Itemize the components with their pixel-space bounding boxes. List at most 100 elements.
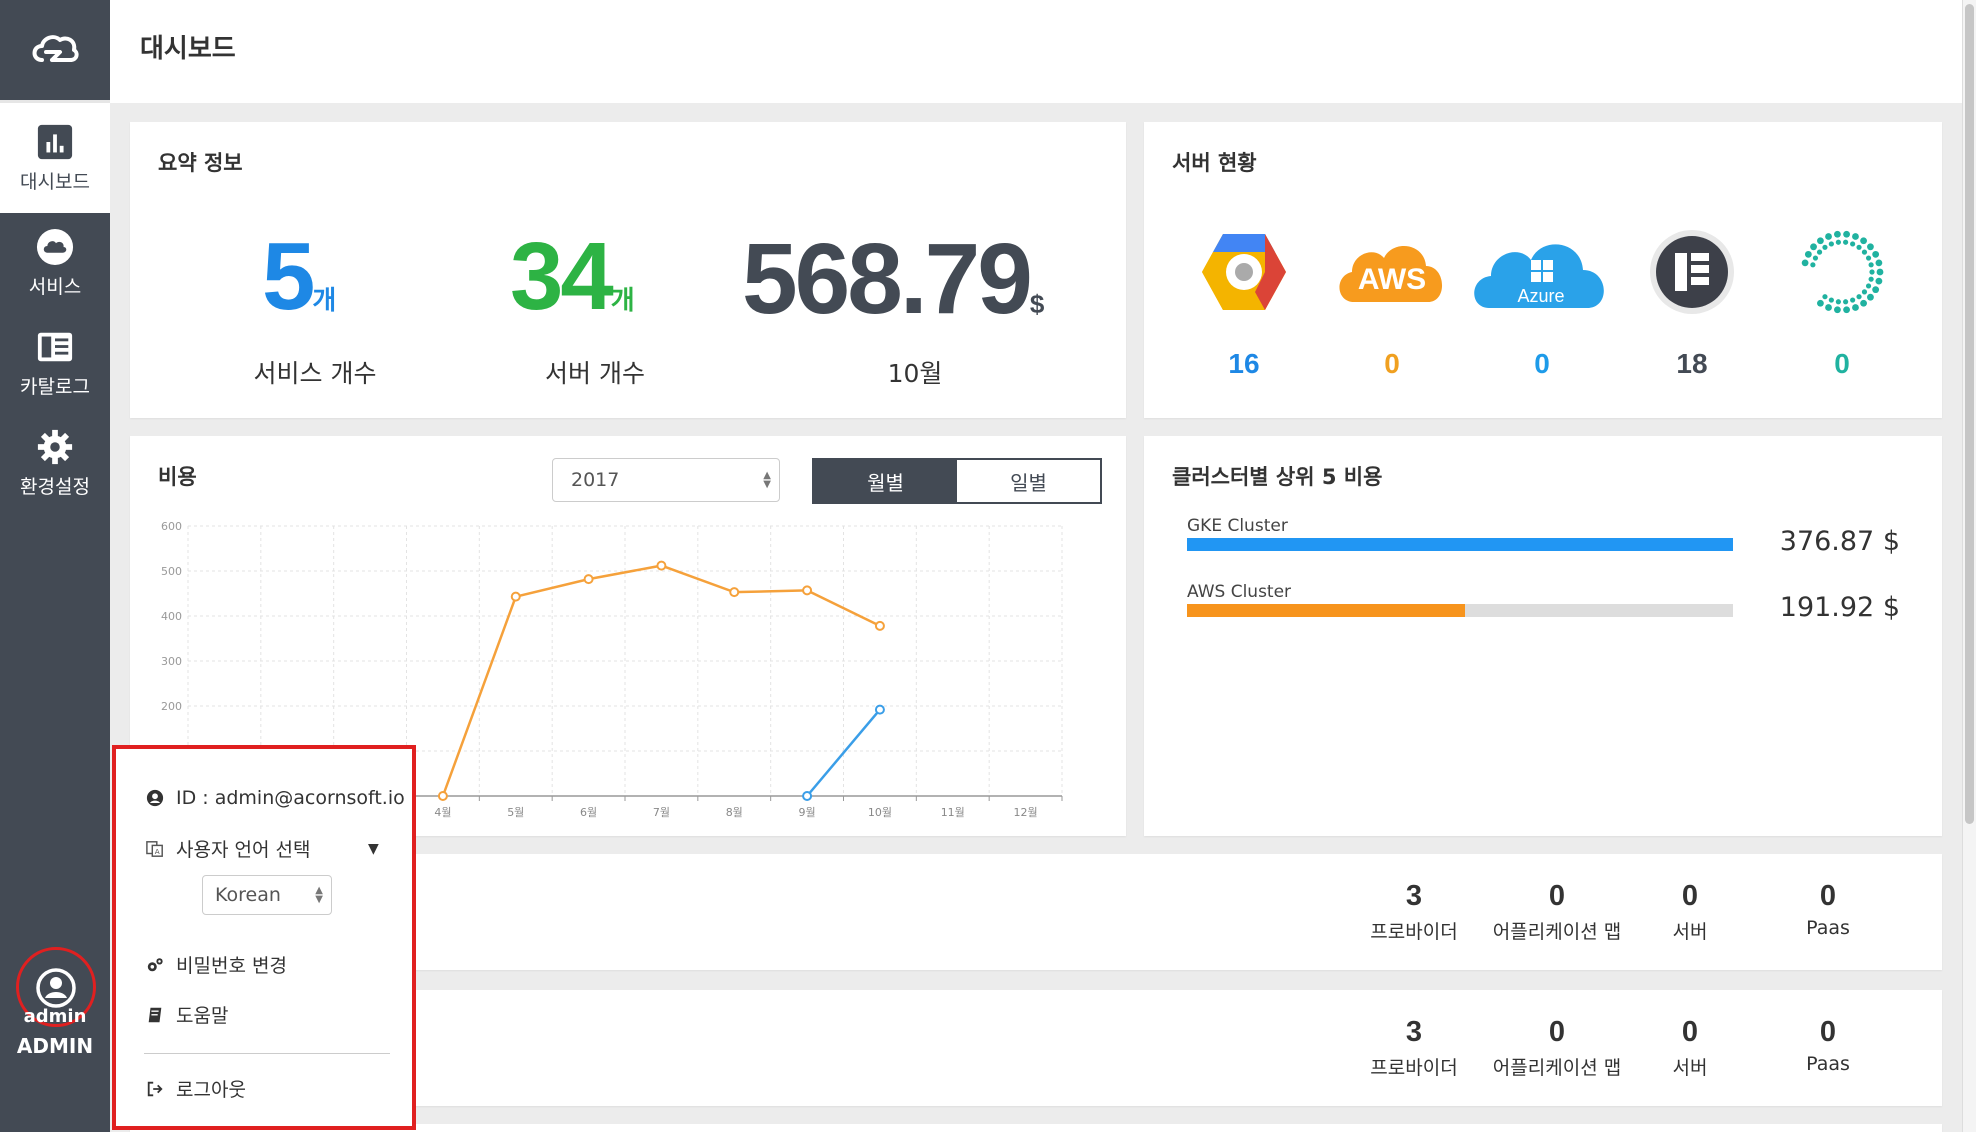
openstack-dot	[1860, 299, 1867, 307]
sidebar-item-dashboard[interactable]: 대시보드	[0, 103, 110, 213]
change-password-item[interactable]: 비밀번호 변경	[146, 951, 287, 978]
logout-item[interactable]: 로그아웃	[146, 1075, 246, 1102]
aws-provider[interactable]: AWS	[1332, 227, 1452, 317]
server-count: 34개	[510, 223, 635, 330]
servers-stat: 0 서버	[1672, 880, 1708, 943]
user-area[interactable]: admin ADMIN	[0, 942, 110, 1132]
language-menu-item[interactable]: A 사용자 언어 선택 ▼	[146, 835, 386, 862]
app-logo[interactable]	[0, 0, 110, 103]
openstack-dot	[1817, 237, 1824, 245]
server-status-title: 서버 현황	[1172, 151, 1257, 175]
baremetal-icon	[1650, 230, 1734, 314]
summary-card: 요약 정보 5개 서비스 개수 34개 서버 개수 568.79$ 10월	[130, 122, 1126, 418]
openstack-dot	[1852, 233, 1859, 240]
cluster-value-gke: 376.87 $	[1779, 526, 1900, 557]
svg-text:A: A	[155, 846, 160, 855]
x-tick-label: 10월	[868, 806, 892, 819]
openstack-dot	[1869, 269, 1875, 275]
y-tick-label: 300	[161, 655, 182, 668]
azure-provider[interactable]: Azure	[1466, 227, 1616, 317]
paas-stat: 0 Paas	[1806, 880, 1850, 939]
caret-down-icon: ▼	[368, 840, 379, 857]
x-tick-label: 11월	[941, 806, 965, 819]
sidebar-item-service[interactable]: 서비스	[0, 213, 110, 313]
gears-icon	[147, 957, 163, 971]
openstack-dot	[1825, 304, 1832, 311]
openstack-dot	[1804, 250, 1812, 258]
help-item[interactable]: 도움말	[146, 1001, 228, 1028]
openstack-dot	[1801, 259, 1809, 267]
logout-label: 로그아웃	[176, 1079, 246, 1101]
openstack-provider[interactable]	[1782, 227, 1902, 317]
openstack-count: 0	[1834, 348, 1850, 379]
openstack-dot	[1843, 299, 1849, 305]
cluster-name-gke: GKE Cluster	[1187, 516, 1288, 536]
openstack-dot	[1828, 241, 1834, 247]
service-count: 5개	[262, 223, 337, 330]
baremetal-count: 18	[1676, 348, 1708, 379]
y-tick-label: 200	[161, 700, 182, 713]
cloud-icon	[36, 228, 74, 265]
openstack-dot	[1868, 276, 1874, 282]
series-point	[874, 704, 885, 715]
openstack-dot	[1868, 262, 1874, 268]
cluster-bar-track-aws	[1187, 604, 1733, 617]
logo-icon	[32, 35, 79, 62]
openstack-dot	[1861, 289, 1868, 295]
openstack-dot	[1872, 250, 1880, 258]
cluster-cost-card: 클러스터별 상위 5 비용 GKE Cluster 376.87 $ AWS C…	[1144, 436, 1942, 836]
paas-stat: 0 Paas	[1806, 1016, 1850, 1075]
y-tick-label: 600	[161, 520, 182, 533]
sidebar-item-settings[interactable]: 환경설정	[0, 413, 110, 513]
openstack-dot	[1812, 255, 1819, 261]
openstack-dot	[1865, 283, 1872, 289]
cluster-bar-track-gke	[1187, 538, 1733, 551]
x-tick-label: 4월	[434, 806, 451, 819]
svg-text:AWS: AWS	[1358, 263, 1426, 296]
y-tick-label: 500	[161, 565, 182, 578]
openstack-dot	[1856, 294, 1862, 300]
sidebar-item-label: 대시보드	[20, 170, 90, 193]
cluster-bar-aws	[1187, 604, 1465, 617]
user-circle-icon	[146, 789, 164, 807]
x-tick-label: 9월	[799, 806, 816, 819]
language-select-value: Korean	[215, 884, 281, 906]
cluster-value-aws: 191.92 $	[1779, 592, 1900, 623]
scrollbar[interactable]	[1962, 0, 1976, 1132]
openstack-dot	[1867, 243, 1874, 251]
openstack-dot	[1875, 259, 1883, 267]
openstack-dot	[1875, 277, 1883, 285]
y-tick-label: 400	[161, 610, 182, 623]
app-map-stat: 0 어플리케이션 맵	[1492, 880, 1622, 943]
catalog-icon	[37, 332, 73, 361]
sidebar-item-label: 환경설정	[20, 475, 90, 498]
servers-stat: 0 서버	[1672, 1016, 1708, 1079]
monthly-cost-label: 10월	[887, 359, 943, 388]
series-line-0	[441, 564, 881, 797]
sidebar-item-label: 카탈로그	[20, 375, 90, 398]
baremetal-provider[interactable]	[1632, 227, 1752, 317]
series-point	[656, 560, 667, 571]
select-arrows-icon: ▲ ▼	[315, 885, 323, 905]
gcp-provider[interactable]	[1184, 227, 1304, 317]
openstack-dot	[1810, 262, 1816, 268]
book-icon	[148, 1007, 162, 1022]
series-point	[729, 587, 740, 598]
user-id-item: ID : admin@acornsoft.io	[146, 787, 405, 809]
svg-text:Azure: Azure	[1517, 286, 1564, 306]
cluster-bar-gke	[1187, 538, 1733, 551]
page-header: 대시보드	[110, 0, 1962, 103]
aws-count: 0	[1384, 348, 1400, 379]
openstack-dot	[1843, 239, 1849, 245]
language-select[interactable]: Korean ▲ ▼	[202, 875, 332, 915]
openstack-dot	[1850, 241, 1856, 247]
openstack-dot	[1834, 306, 1841, 314]
scrollbar-thumb[interactable]	[1965, 4, 1974, 824]
openstack-dot	[1852, 304, 1859, 311]
sidebar-item-catalog[interactable]: 카탈로그	[0, 313, 110, 413]
series-line-1	[806, 708, 881, 797]
openstack-dot	[1850, 297, 1856, 303]
cluster-cost-title: 클러스터별 상위 5 비용	[1172, 465, 1383, 489]
user-id-text: ID : admin@acornsoft.io	[176, 787, 405, 809]
help-label: 도움말	[176, 1005, 229, 1027]
